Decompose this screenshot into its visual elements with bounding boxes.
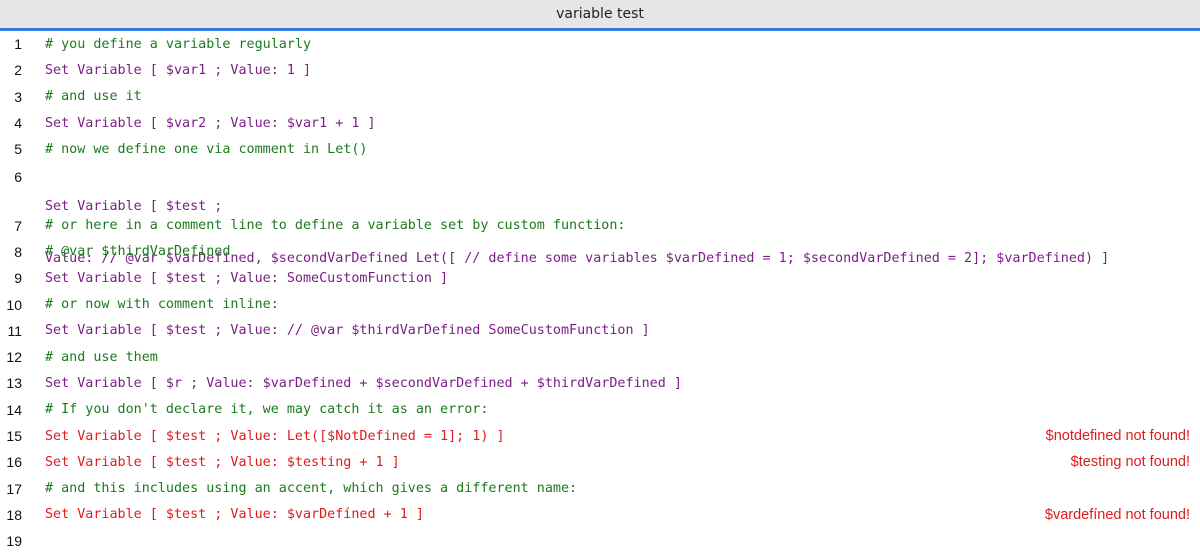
script-line[interactable]: 10 # or now with comment inline: (0, 291, 1200, 317)
script-line[interactable]: 15 Set Variable [ $test ; Value: Let([$N… (0, 423, 1200, 449)
script-line[interactable]: 11 Set Variable [ $test ; Value: // @var… (0, 318, 1200, 344)
set-variable-step[interactable]: Set Variable [ $var2 ; Value: $var1 + 1 … (45, 116, 1200, 131)
set-variable-step[interactable]: Set Variable [ $r ; Value: $varDefined +… (45, 376, 1200, 391)
comment-step[interactable]: # and use it (45, 89, 1200, 104)
comment-step[interactable]: # now we define one via comment in Let() (45, 142, 1200, 157)
line-number: 13 (6, 375, 22, 392)
line-number: 19 (6, 533, 22, 550)
line-number: 16 (6, 454, 22, 471)
comment-step[interactable]: # and use them (45, 350, 1200, 365)
line-number: 6 (14, 169, 22, 186)
line-number: 4 (14, 115, 22, 132)
line-number: 1 (14, 36, 22, 53)
line-number: 2 (14, 62, 22, 79)
script-line[interactable]: 2 Set Variable [ $var1 ; Value: 1 ] (0, 57, 1200, 83)
comment-step[interactable]: # If you don't declare it, we may catch … (45, 402, 1200, 417)
comment-step[interactable]: # @var $thirdVarDefined (45, 244, 1200, 259)
error-message: $vardefíned not found! (1044, 506, 1190, 523)
line-number: 5 (14, 141, 22, 158)
script-line[interactable]: 4 Set Variable [ $var2 ; Value: $var1 + … (0, 110, 1200, 136)
set-variable-step[interactable]: Set Variable [ $var1 ; Value: 1 ] (45, 63, 1200, 78)
script-line[interactable]: 13 Set Variable [ $r ; Value: $varDefine… (0, 370, 1200, 396)
line-number: 10 (6, 296, 22, 313)
script-line[interactable]: 14 # If you don't declare it, we may cat… (0, 397, 1200, 423)
line-number: 7 (14, 217, 22, 234)
line-number: 11 (7, 322, 22, 339)
line-number: 9 (14, 270, 22, 287)
error-message: $testing not found! (1070, 454, 1190, 471)
window-titlebar: variable test (0, 0, 1200, 31)
line-number: 17 (6, 480, 22, 497)
script-line[interactable]: 3 # and use it (0, 84, 1200, 110)
script-line[interactable]: 6 Set Variable [ $test ; Value: // @var … (0, 162, 1200, 266)
script-editor[interactable]: 1 # you define a variable regularly 2 Se… (0, 31, 1200, 554)
set-variable-step[interactable]: Set Variable [ $test ; Value: // @var $t… (45, 323, 1200, 338)
set-variable-step-error[interactable]: Set Variable [ $test ; Value: $testing +… (45, 455, 1200, 470)
line-number: 12 (6, 349, 22, 366)
script-line[interactable]: 7 # or here in a comment line to define … (0, 212, 1200, 238)
window-title: variable test (556, 6, 644, 22)
script-line[interactable]: 5 # now we define one via comment in Let… (0, 136, 1200, 162)
line-number: 15 (6, 428, 22, 444)
comment-step[interactable]: # you define a variable regularly (45, 37, 1200, 52)
script-line[interactable]: 1 # you define a variable regularly (0, 31, 1200, 57)
script-line[interactable]: 18 Set Variable [ $test ; Value: $varDef… (0, 502, 1200, 528)
line-number: 18 (6, 506, 22, 523)
comment-step[interactable]: # or here in a comment line to define a … (45, 218, 1200, 233)
line-number: 3 (14, 88, 22, 105)
set-variable-step-error[interactable]: Set Variable [ $test ; Value: $varDefíne… (45, 507, 1200, 522)
comment-step[interactable]: # and this includes using an accent, whi… (45, 481, 1200, 496)
script-line[interactable]: 12 # and use them (0, 344, 1200, 370)
script-line[interactable]: 9 Set Variable [ $test ; Value: SomeCust… (0, 265, 1200, 291)
error-message: $notdefined not found! (1045, 428, 1190, 444)
script-line[interactable]: 19 (0, 528, 1200, 554)
script-line[interactable]: 16 Set Variable [ $test ; Value: $testin… (0, 449, 1200, 475)
set-variable-step-error[interactable]: Set Variable [ $test ; Value: Let([$NotD… (45, 429, 1200, 444)
script-line[interactable]: 17 # and this includes using an accent, … (0, 475, 1200, 501)
set-variable-step[interactable]: Set Variable [ $test ; Value: SomeCustom… (45, 271, 1200, 286)
comment-step[interactable]: # or now with comment inline: (45, 297, 1200, 312)
line-number: 14 (6, 401, 22, 418)
script-line[interactable]: 8 # @var $thirdVarDefined (0, 239, 1200, 265)
line-number: 8 (14, 243, 22, 260)
